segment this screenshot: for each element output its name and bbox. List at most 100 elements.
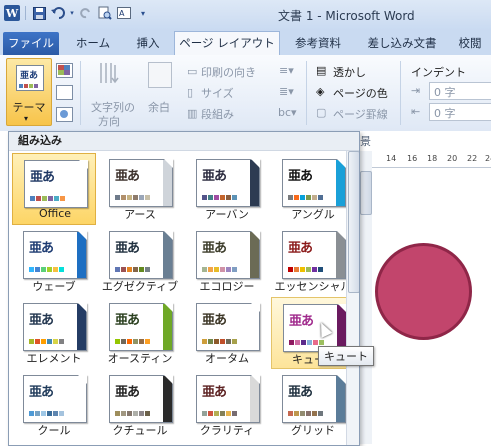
theme-tile[interactable]: 亜あ クール [12,369,96,441]
color-swatch [29,339,34,344]
circle-shape[interactable] [375,243,472,340]
document-vertical-scrollbar[interactable] [358,151,372,444]
theme-tile[interactable]: 亜あ アーバン [185,153,269,225]
color-swatch [289,340,294,345]
color-swatch [29,267,34,272]
color-swatch [145,339,150,344]
theme-tile[interactable]: 亜あ エコロジー [185,225,269,297]
theme-sample-text: 亜あ [115,313,140,328]
color-swatch [301,340,306,345]
theme-tile[interactable]: 亜あ アングル [271,153,355,225]
color-swatch [214,195,219,200]
page-color-label[interactable]: ページの色 [333,85,388,101]
theme-tile-label: エッセンシャル [274,280,352,293]
orientation-label[interactable]: 印刷の向き [201,64,256,80]
color-swatch [294,267,299,272]
color-swatch [133,267,138,272]
color-swatch [59,339,64,344]
theme-tile[interactable]: 亜あ アース [98,153,182,225]
gallery-scroll-thumb[interactable] [348,151,359,293]
indent-left-value: 0 字 [434,86,456,99]
theme-sample-text: 亜あ [29,241,54,256]
watermark-label[interactable]: 透かし [333,64,366,80]
color-swatch [202,267,207,272]
tab-references[interactable]: 参考資料 [285,32,351,55]
theme-tile[interactable]: 亜あ オータム [185,297,269,369]
color-swatch [53,411,58,416]
theme-swatches [202,267,237,272]
theme-tile-label: グリッド [291,424,335,437]
color-swatch [295,340,300,345]
color-swatch [313,340,318,345]
theme-tile-label: エグゼクティブ [101,280,179,293]
color-swatch [220,411,225,416]
page-fold-icon [337,159,346,168]
color-swatch [60,196,65,201]
tab-insert[interactable]: 挿入 [126,32,170,55]
tab-file[interactable]: ファイル [3,32,59,55]
tab-home[interactable]: ホーム [66,32,120,55]
page-borders-label[interactable]: ページ罫線 [333,106,388,122]
color-swatch [226,411,231,416]
color-swatch [121,267,126,272]
color-swatch [145,267,150,272]
page-fold-icon [78,231,87,240]
save-icon[interactable] [31,5,47,21]
theme-preview-icon: 亜あ [109,303,173,351]
theme-tile[interactable]: 亜あ エレメント [12,297,96,369]
tab-review[interactable]: 校閲 [450,32,490,55]
customize-qat-icon[interactable]: ▾ [135,5,151,21]
page-fold-icon [251,375,260,384]
theme-sample-text: 亜あ [29,385,54,400]
theme-tile[interactable]: 亜あ クチュール [98,369,182,441]
theme-colors-icon[interactable] [56,63,73,78]
size-label[interactable]: サイズ [201,85,234,101]
tab-page-layout[interactable]: ページ レイアウト [174,31,280,57]
redo-icon[interactable] [78,5,94,21]
ruler-tick: 18 [427,154,438,163]
text-box-icon[interactable]: A [116,5,132,21]
themes-gallery: 組み込み 亜あ Office 亜あ アース 亜あ アーバン 亜あ アングル 亜あ ウェーブ 亜あ エグ… [8,131,360,446]
ribbon-page-layout: 亜あ テーマ ▾ 文字列の 方向 余白 ▭ 印刷の向き ▯ サイズ ▥ 段組み … [0,55,491,132]
undo-icon[interactable] [50,5,66,21]
color-swatch [133,411,138,416]
document-scroll-thumb[interactable] [360,171,372,215]
breaks-icon[interactable]: ≡▾ [279,64,294,77]
text-direction-label-2[interactable]: 方向 [98,113,120,129]
margins-label[interactable]: 余白 [148,99,170,115]
color-swatch [312,411,317,416]
page-fold-icon [251,303,260,312]
print-preview-icon[interactable] [97,5,113,21]
gallery-scrollbar[interactable] [346,151,359,445]
word-logo-icon[interactable]: W [4,5,20,21]
ruler-tick: 20 [447,154,458,163]
theme-tile[interactable]: 亜あ Office [12,153,96,225]
color-swatch [318,411,323,416]
theme-effects-icon[interactable] [56,107,73,122]
page-color-icon: ◈ [316,85,325,98]
horizontal-ruler[interactable]: 14 16 18 20 22 24 [372,151,491,168]
theme-sample-text: 亜あ [288,241,313,256]
theme-tile[interactable]: 亜あ クラリティ [185,369,269,441]
columns-label[interactable]: 段組み [201,106,234,122]
line-numbers-icon[interactable]: ≣▾ [279,85,294,98]
theme-tile[interactable]: 亜あ ウェーブ [12,225,96,297]
undo-dropdown-icon[interactable]: ▾ [69,5,75,21]
themes-button[interactable]: 亜あ テーマ ▾ [6,58,52,126]
theme-tile[interactable]: 亜あ グリッド [271,369,355,441]
theme-tile[interactable]: 亜あエッセンシャル [271,225,355,297]
theme-tile-label: ウェーブ [32,280,76,293]
color-swatch [202,411,207,416]
hyphenation-icon[interactable]: bc▾ [278,106,297,119]
theme-tile-label: オータム [205,352,249,365]
color-swatch [319,340,324,345]
indent-left-field[interactable]: 0 字 [429,82,491,100]
theme-fonts-icon[interactable] [56,85,73,100]
tab-mailings[interactable]: 差し込み文書 [360,32,444,55]
themes-label: テーマ [12,101,46,114]
theme-tile[interactable]: 亜あ オースティン [98,297,182,369]
indent-right-field[interactable]: 0 字 [429,103,491,121]
ribbon-tabs: ファイル ホーム 挿入 ページ レイアウト 参考資料 差し込み文書 校閲 [0,31,491,57]
theme-tile[interactable]: 亜あ エグゼクティブ [98,225,182,297]
color-swatch [133,339,138,344]
